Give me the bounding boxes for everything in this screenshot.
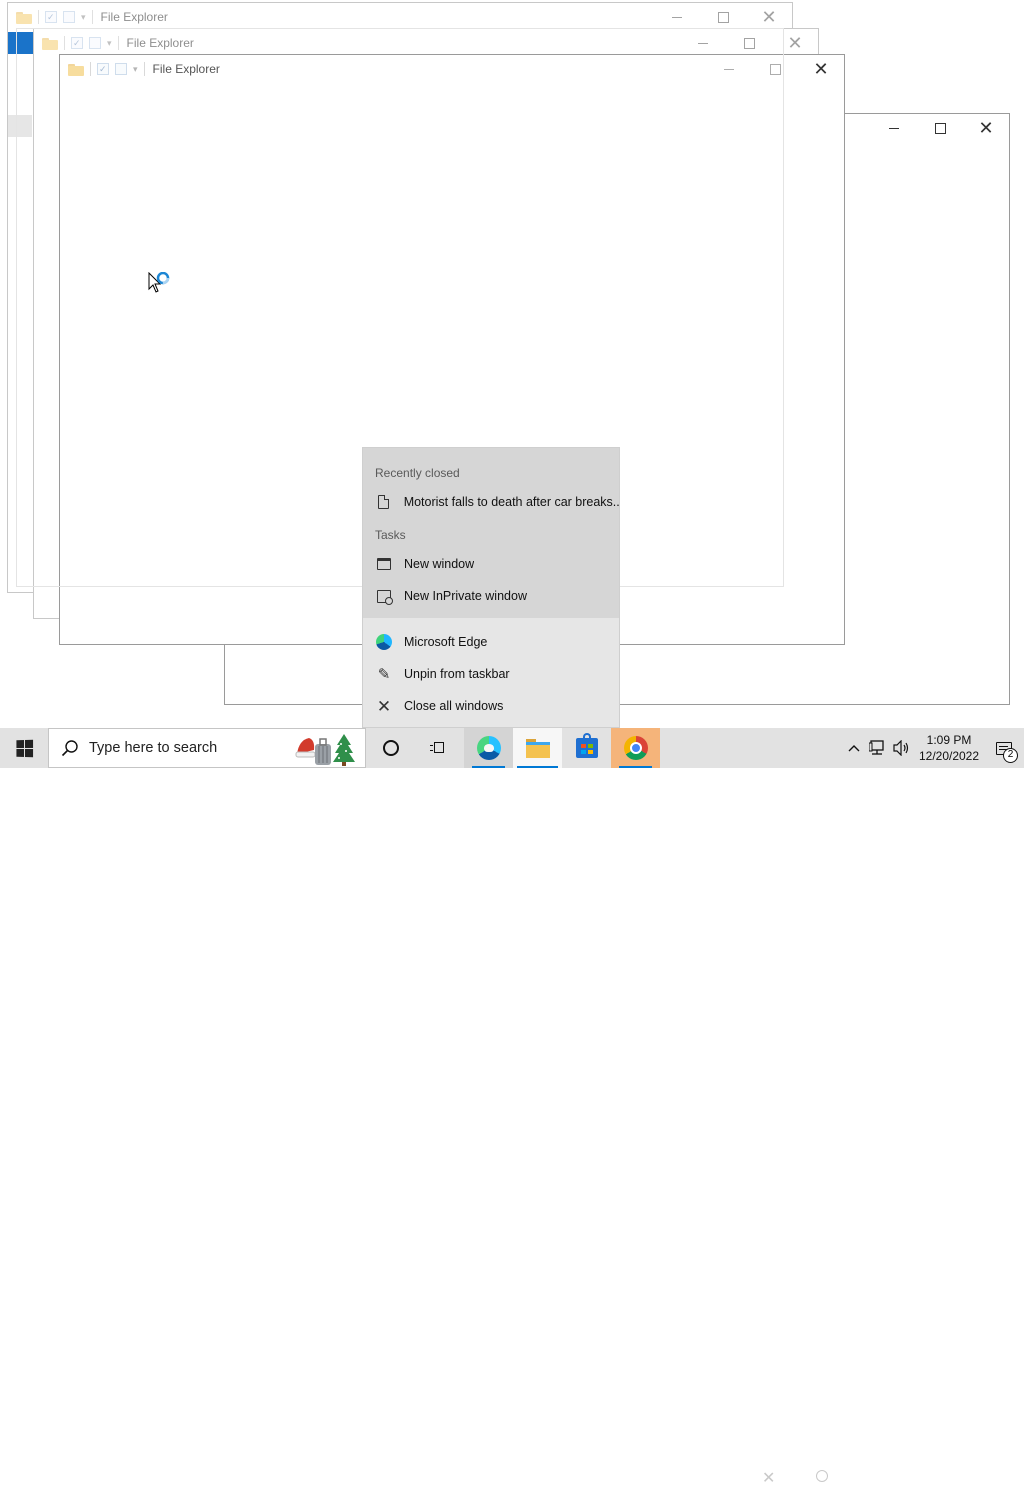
- system-tray: 1:09 PM 12/20/2022 2: [842, 728, 1024, 768]
- minimize-icon[interactable]: [654, 3, 700, 31]
- taskbar: Type here to search ✕ 1:09 PM 12/20/2022…: [0, 728, 1024, 1487]
- inprivate-icon: [376, 588, 393, 605]
- recently-closed-header: Recently closed: [375, 466, 460, 480]
- ghost-close-icon: ✕: [762, 1470, 776, 1487]
- network-icon[interactable]: [866, 728, 890, 768]
- new-window-item[interactable]: New window: [363, 549, 619, 579]
- window-controls: ✕: [871, 114, 1009, 142]
- search-placeholder: Type here to search: [89, 740, 218, 756]
- maximize-icon[interactable]: [917, 114, 963, 142]
- close-icon: ✕: [376, 696, 392, 716]
- new-window-label: New window: [404, 557, 475, 571]
- close-icon[interactable]: ✕: [963, 114, 1009, 142]
- chrome-icon: [623, 736, 648, 760]
- busy-cursor-icon: [148, 271, 176, 299]
- search-highlight-icon[interactable]: [293, 732, 357, 766]
- microsoft-store-icon: [575, 733, 598, 758]
- properties-icon[interactable]: [45, 11, 57, 23]
- document-icon: [376, 494, 392, 510]
- close-icon[interactable]: ✕: [746, 3, 792, 31]
- new-inprivate-window-label: New InPrivate window: [404, 589, 527, 603]
- action-center-button[interactable]: 2: [984, 728, 1024, 768]
- separator: [38, 10, 39, 24]
- cortana-button[interactable]: [366, 728, 415, 768]
- clock[interactable]: 1:09 PM 12/20/2022: [914, 732, 984, 764]
- cortana-icon: [382, 740, 399, 756]
- separator: [91, 10, 93, 24]
- taskbar-microsoft-store[interactable]: [562, 728, 611, 768]
- folder-icon: [16, 11, 32, 24]
- taskbar-chrome[interactable]: [611, 728, 660, 768]
- clock-date: 12/20/2022: [918, 749, 980, 763]
- recent-item-label: Motorist falls to death after car breaks…: [403, 495, 619, 509]
- maximize-icon[interactable]: [700, 3, 746, 31]
- microsoft-edge-label: Microsoft Edge: [404, 635, 488, 649]
- title-bar[interactable]: ▾ File Explorer ✕: [8, 3, 792, 31]
- window-controls: ✕: [654, 3, 792, 31]
- edge-jump-list: Recently closed Motorist falls to death …: [362, 447, 620, 728]
- new-folder-icon[interactable]: [63, 11, 75, 23]
- window-title: File Explorer: [100, 10, 168, 24]
- customize-dropdown-icon[interactable]: ▾: [81, 12, 86, 23]
- new-inprivate-window-item[interactable]: New InPrivate window: [363, 581, 619, 611]
- unpin-item[interactable]: ✎ Unpin from taskbar: [363, 659, 619, 689]
- volume-icon[interactable]: [890, 728, 914, 768]
- search-icon: [61, 739, 79, 757]
- show-hidden-icons-chevron-icon[interactable]: [842, 728, 866, 768]
- edge-icon: [376, 634, 392, 650]
- unpin-label: Unpin from taskbar: [404, 667, 510, 681]
- close-all-windows-label: Close all windows: [404, 699, 504, 713]
- close-icon[interactable]: ✕: [798, 55, 844, 83]
- unpin-icon: ✎: [377, 665, 391, 683]
- minimize-icon[interactable]: [871, 114, 917, 142]
- taskbar-file-explorer[interactable]: [513, 728, 562, 768]
- recent-item[interactable]: Motorist falls to death after car breaks…: [363, 487, 619, 517]
- taskbar-edge[interactable]: [464, 728, 513, 768]
- edge-icon: [476, 736, 501, 760]
- file-explorer-icon: [525, 738, 550, 758]
- quick-access-toolbar: ▾: [16, 10, 93, 24]
- task-view-icon: [429, 741, 450, 755]
- tasks-header: Tasks: [375, 528, 406, 542]
- window-icon: [376, 556, 392, 572]
- ghost-search-icon: [816, 1470, 828, 1482]
- close-all-windows-item[interactable]: ✕ Close all windows: [363, 691, 619, 721]
- search-box[interactable]: Type here to search: [48, 728, 366, 768]
- windows-logo-icon: [15, 739, 33, 757]
- microsoft-edge-item[interactable]: Microsoft Edge: [363, 627, 619, 657]
- task-view-button[interactable]: [415, 728, 464, 768]
- start-button[interactable]: [0, 728, 48, 768]
- clock-time: 1:09 PM: [926, 733, 972, 747]
- notification-count-badge: 2: [1003, 748, 1018, 763]
